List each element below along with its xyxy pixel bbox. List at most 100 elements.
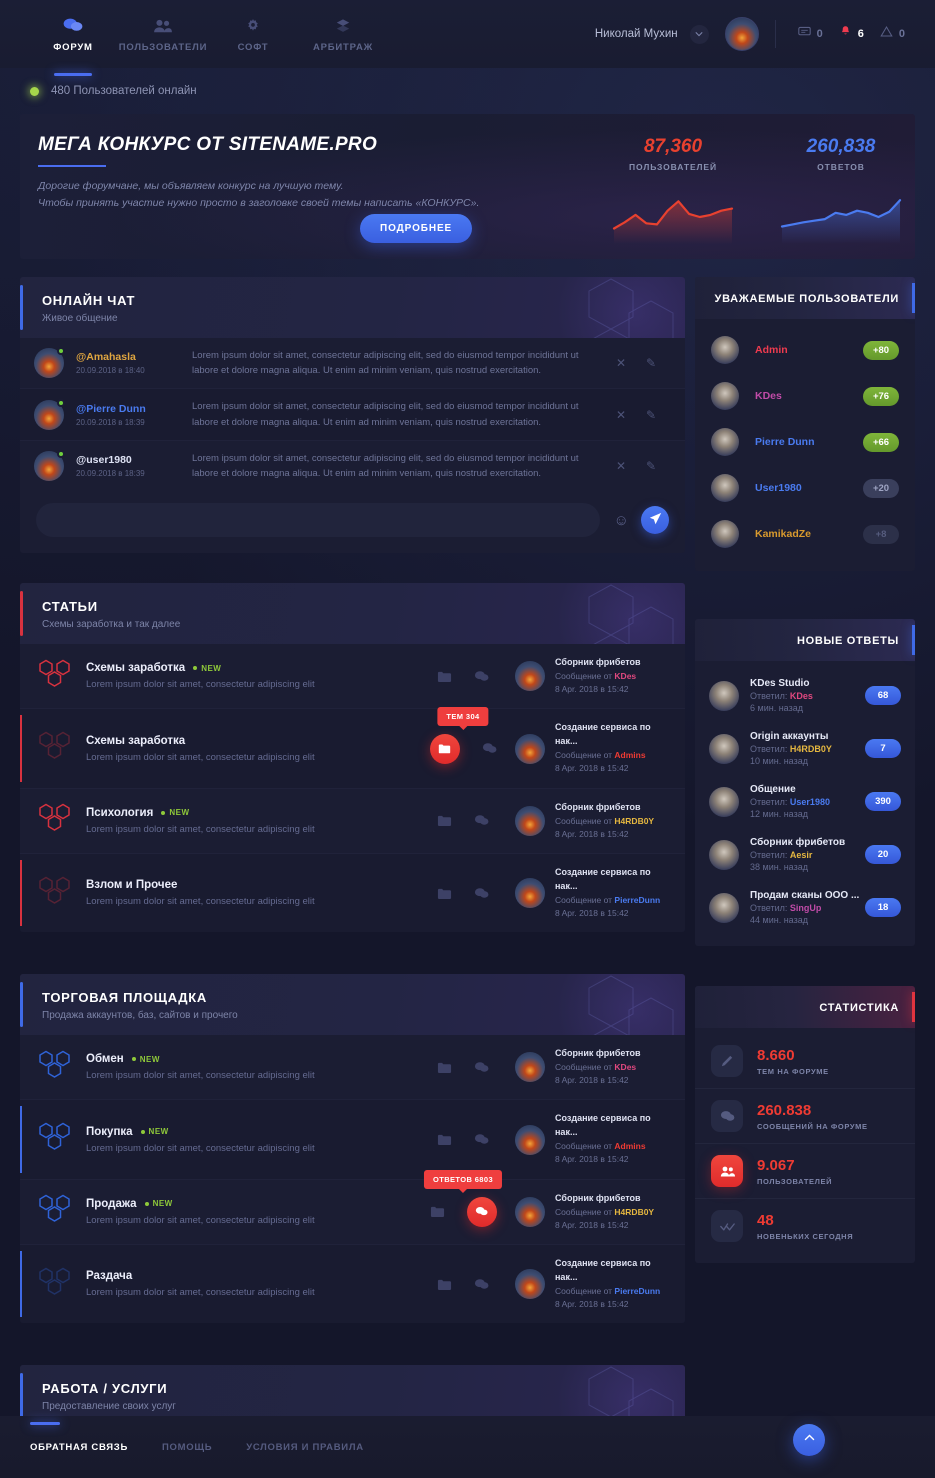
- folder-icon[interactable]: [437, 1277, 452, 1292]
- forum-row[interactable]: Психология NEW Lorem ipsum dolor sit ame…: [20, 787, 685, 853]
- send-message-button[interactable]: [641, 506, 669, 535]
- comment-icon[interactable]: [474, 1132, 489, 1147]
- respected-user-row[interactable]: User1980 +20: [695, 465, 915, 511]
- last-post-author[interactable]: KDes: [614, 671, 636, 681]
- comment-icon[interactable]: [474, 669, 489, 684]
- footer-link-1[interactable]: ПОМОЩЬ: [162, 1442, 212, 1453]
- respected-user-name[interactable]: Pierre Dunn: [739, 436, 863, 448]
- respected-user-row[interactable]: KDes +76: [695, 373, 915, 419]
- chat-input[interactable]: [36, 503, 600, 538]
- last-post-title[interactable]: Создание сервиса по нак...: [555, 721, 671, 749]
- last-post-author[interactable]: Admins: [614, 1141, 645, 1151]
- new-answer-row[interactable]: KDes Studio Ответил: KDes 6 мин. назад 6…: [695, 669, 915, 722]
- edit-pencil-icon[interactable]: ✎: [646, 408, 656, 422]
- last-post-title[interactable]: Создание сервиса по нак...: [555, 1112, 671, 1140]
- forum-row[interactable]: Схемы заработка NEW Lorem ipsum dolor si…: [20, 644, 685, 708]
- nav-item-2[interactable]: СОФТ: [208, 0, 298, 68]
- forum-row-title[interactable]: Взлом и Прочее: [86, 879, 177, 891]
- hero-details-button[interactable]: ПОДРОБНЕЕ: [360, 214, 473, 243]
- forum-row[interactable]: Взлом и Прочее Lorem ipsum dolor sit ame…: [20, 852, 685, 933]
- last-post-author[interactable]: PierreDunn: [614, 895, 660, 905]
- close-icon[interactable]: ✕: [616, 356, 626, 370]
- new-answer-author[interactable]: Aesir: [790, 850, 813, 860]
- edit-pencil-icon[interactable]: ✎: [646, 356, 656, 370]
- new-answer-title[interactable]: Продам сканы ООО ...: [750, 890, 865, 901]
- new-answer-author[interactable]: H4RDB0Y: [790, 744, 832, 754]
- emoji-icon[interactable]: ☺: [614, 512, 629, 529]
- last-post-title[interactable]: Сборник фрибетов: [555, 656, 641, 670]
- new-answer-row[interactable]: Общение Ответил: User1980 12 мин. назад …: [695, 775, 915, 828]
- chat-message-user[interactable]: @Pierre Dunn: [76, 403, 192, 415]
- respected-user-name[interactable]: KDes: [739, 390, 863, 402]
- respected-user-name[interactable]: KamikadZe: [739, 528, 863, 540]
- forum-row-title[interactable]: Схемы заработка: [86, 662, 185, 674]
- respected-user-row[interactable]: Pierre Dunn +66: [695, 419, 915, 465]
- last-post-author[interactable]: H4RDB0Y: [614, 1207, 654, 1217]
- new-answer-author[interactable]: KDes: [790, 691, 813, 701]
- last-post-title[interactable]: Сборник фрибетов: [555, 1047, 641, 1061]
- comment-icon[interactable]: [466, 1196, 497, 1227]
- comment-icon[interactable]: [474, 1060, 489, 1075]
- forum-row[interactable]: Раздача Lorem ipsum dolor sit amet, cons…: [20, 1243, 685, 1324]
- last-post-title[interactable]: Создание сервиса по нак...: [555, 1257, 671, 1285]
- folder-icon[interactable]: [429, 733, 460, 764]
- footer-link-0[interactable]: ОБРАТНАЯ СВЯЗЬ: [30, 1421, 128, 1453]
- comment-icon[interactable]: [474, 886, 489, 901]
- edit-pencil-icon[interactable]: ✎: [646, 459, 656, 473]
- user-menu-chevron-down-icon[interactable]: [689, 24, 709, 44]
- last-post-title[interactable]: Создание сервиса по нак...: [555, 866, 671, 894]
- header-alerts-button[interactable]: 6: [831, 20, 872, 48]
- last-post-title[interactable]: Сборник фрибетов: [555, 1192, 654, 1206]
- new-answer-author[interactable]: User1980: [790, 797, 830, 807]
- forum-row-title[interactable]: Психология: [86, 807, 153, 819]
- forum-row[interactable]: Обмен NEW Lorem ipsum dolor sit amet, co…: [20, 1035, 685, 1099]
- avatar[interactable]: [724, 17, 759, 51]
- header-warnings-button[interactable]: 0: [872, 20, 913, 48]
- folder-icon[interactable]: [437, 886, 452, 901]
- nav-item-1[interactable]: ПОЛЬЗОВАТЕЛИ: [118, 0, 208, 68]
- folder-icon[interactable]: [437, 813, 452, 828]
- accent-bar: [912, 992, 915, 1022]
- forum-row[interactable]: Продажа NEW Lorem ipsum dolor sit amet, …: [20, 1169, 685, 1244]
- comment-icon[interactable]: [474, 813, 489, 828]
- forum-row-title[interactable]: Продажа: [86, 1198, 137, 1210]
- new-answer-row[interactable]: Origin аккаунты Ответил: H4RDB0Y 10 мин.…: [695, 722, 915, 775]
- nav-item-3[interactable]: АРБИТРАЖ: [298, 0, 388, 68]
- last-post-author[interactable]: Admins: [614, 750, 645, 760]
- respected-user-name[interactable]: User1980: [739, 482, 863, 494]
- forum-row-title[interactable]: Обмен: [86, 1053, 124, 1065]
- nav-item-0[interactable]: ФОРУМ: [28, 0, 118, 68]
- new-answer-row[interactable]: Сборник фрибетов Ответил: Aesir 38 мин. …: [695, 828, 915, 881]
- close-icon[interactable]: ✕: [616, 459, 626, 473]
- new-answer-title[interactable]: KDes Studio: [750, 678, 865, 689]
- respected-user-row[interactable]: KamikadZe +8: [695, 511, 915, 557]
- scroll-to-top-button[interactable]: [793, 1424, 825, 1456]
- chat-message-user[interactable]: @Amahasla: [76, 351, 192, 363]
- new-answer-title[interactable]: Общение: [750, 784, 865, 795]
- last-post-author[interactable]: KDes: [614, 1062, 636, 1072]
- forum-row[interactable]: Покупка NEW Lorem ipsum dolor sit amet, …: [20, 1099, 685, 1179]
- header-messages-button[interactable]: 0: [790, 20, 831, 48]
- forum-row-title[interactable]: Схемы заработка: [86, 735, 185, 747]
- forum-row-title[interactable]: Покупка: [86, 1126, 133, 1138]
- respected-user-name[interactable]: Admin: [739, 344, 863, 356]
- comment-icon[interactable]: [474, 1277, 489, 1292]
- new-answer-author[interactable]: SingUp: [790, 903, 822, 913]
- folder-icon[interactable]: [437, 1060, 452, 1075]
- forum-row[interactable]: Схемы заработка Lorem ipsum dolor sit am…: [20, 706, 685, 788]
- footer-link-2[interactable]: УСЛОВИЯ И ПРАВИЛА: [246, 1442, 364, 1453]
- respected-user-row[interactable]: Admin +80: [695, 327, 915, 373]
- new-answer-title[interactable]: Сборник фрибетов: [750, 837, 865, 848]
- forum-row-title[interactable]: Раздача: [86, 1270, 132, 1282]
- last-post-author[interactable]: H4RDB0Y: [614, 816, 654, 826]
- last-post-title[interactable]: Сборник фрибетов: [555, 801, 654, 815]
- folder-icon[interactable]: [430, 1204, 445, 1219]
- folder-icon[interactable]: [437, 1132, 452, 1147]
- last-post-author[interactable]: PierreDunn: [614, 1286, 660, 1296]
- new-answer-row[interactable]: Продам сканы ООО ... Ответил: SingUp 44 …: [695, 881, 915, 934]
- folder-icon[interactable]: [437, 669, 452, 684]
- close-icon[interactable]: ✕: [616, 408, 626, 422]
- comment-icon[interactable]: [482, 741, 497, 756]
- new-answer-title[interactable]: Origin аккаунты: [750, 731, 865, 742]
- chat-message-user[interactable]: @user1980: [76, 454, 192, 466]
